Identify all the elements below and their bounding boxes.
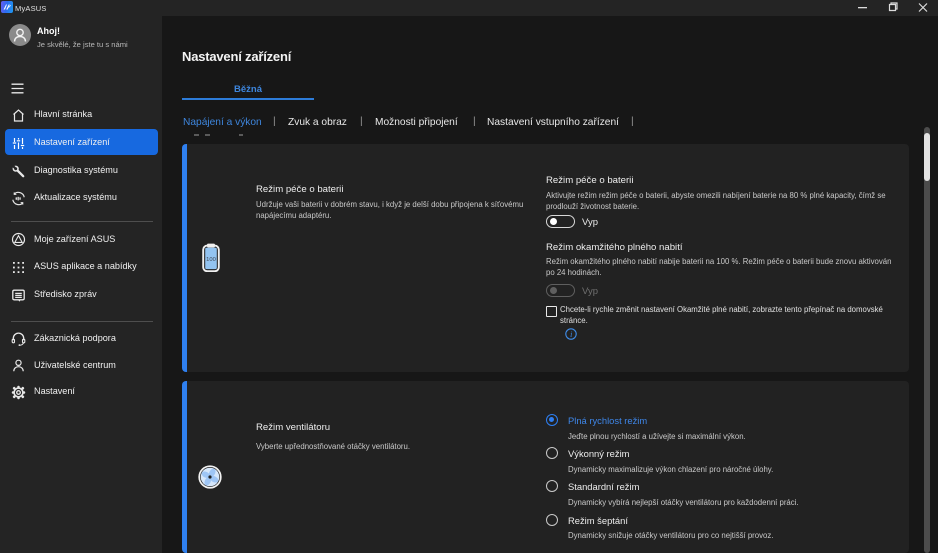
svg-text:i: i <box>570 330 572 339</box>
svg-text:100: 100 <box>206 257 216 263</box>
